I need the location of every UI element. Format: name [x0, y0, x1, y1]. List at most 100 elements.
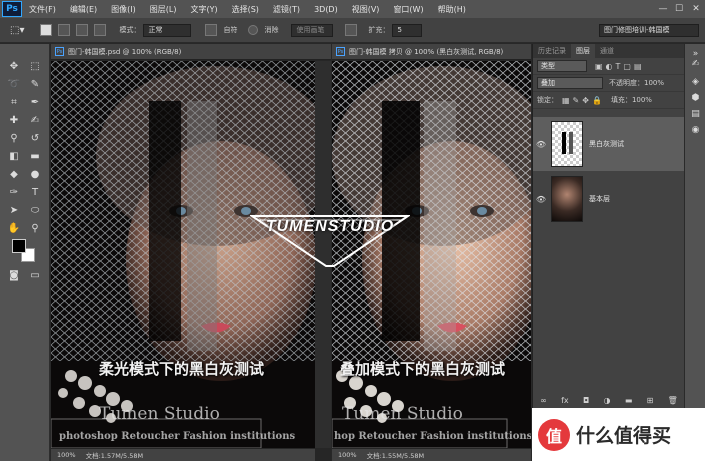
brush-tool-icon[interactable]: ✍	[27, 113, 43, 128]
menu-bar: Ps 文件(F) 编辑(E) 图像(I) 图层(L) 文字(Y) 选择(S) 滤…	[0, 0, 705, 18]
workspace-select[interactable]: 图门修图培训-韩国模	[599, 23, 699, 37]
left-doc-info: 文档:1.57M/5.58M	[85, 452, 144, 460]
shape-tool-icon[interactable]: ⬭	[27, 203, 43, 218]
layer-row-test[interactable]: 👁 黑白灰测试	[533, 117, 685, 171]
new-selection-icon[interactable]	[40, 24, 53, 36]
left-document-tab[interactable]: Ps 图门-韩国模.psd @ 100% (RGB/8)	[51, 44, 331, 60]
pressure-icon[interactable]	[345, 24, 358, 36]
quick-select-icon[interactable]: ✎	[27, 77, 43, 92]
maximize-icon[interactable]: ☐	[671, 4, 687, 14]
right-document-tab[interactable]: Ps 图门-韩国模 拷贝 @ 100% (黑白灰测试, RGB/8)	[332, 44, 531, 60]
menu-help[interactable]: 帮助(H)	[431, 4, 473, 15]
layer-row-base[interactable]: 👁 基本层	[533, 172, 685, 226]
fill-value[interactable]: 100%	[632, 96, 652, 104]
3d-panel-icon[interactable]: ⬢	[689, 92, 702, 105]
tools-panel: ✥ ⬚ ➰ ✎ ⌗ ✒ ✚ ✍ ⚲ ↺ ◧ ▬ ◆ ● ✑ T ➤ ⬭ ✋ ⚲ …	[0, 44, 50, 461]
menu-file[interactable]: 文件(F)	[22, 4, 63, 15]
quick-mask-icon[interactable]: ◙	[6, 268, 22, 283]
blend-row: 叠加 不透明度： 100%	[533, 75, 684, 92]
left-studio-name: Tumen Studio	[99, 404, 220, 424]
menu-view[interactable]: 视图(V)	[345, 4, 387, 15]
layer-thumbnail	[551, 121, 583, 167]
expand-value[interactable]: 5	[392, 23, 423, 37]
tab-layers[interactable]: 图层	[571, 44, 595, 58]
kind-filter-select[interactable]: 类型	[537, 60, 587, 72]
layer-name[interactable]: 基本层	[589, 194, 610, 204]
style-field[interactable]: 使用画笔	[291, 23, 334, 37]
layer-name[interactable]: 黑白灰测试	[589, 139, 624, 149]
reverse-icon[interactable]	[205, 24, 218, 36]
mode-select[interactable]: 正常	[143, 23, 192, 37]
history-brush-icon[interactable]: ↺	[27, 131, 43, 146]
close-icon[interactable]: ✕	[687, 4, 705, 14]
menu-type[interactable]: 文字(Y)	[183, 4, 224, 15]
marquee-tool-icon[interactable]: ⬚	[27, 59, 43, 74]
anti-alias-label: 消除	[264, 26, 279, 34]
healing-brush-icon[interactable]: ✚	[6, 113, 22, 128]
mask-icon[interactable]: ◘	[583, 396, 589, 405]
eye-icon[interactable]: 👁	[533, 195, 549, 204]
menu-window[interactable]: 窗口(W)	[386, 4, 430, 15]
left-zoom[interactable]: 100%	[57, 451, 76, 459]
foreground-color-swatch[interactable]	[12, 239, 26, 253]
type-tool-icon[interactable]: T	[27, 185, 43, 200]
screen-mode-icon[interactable]: ▭	[27, 268, 43, 283]
layers-panel-icon[interactable]: ◈	[689, 76, 702, 89]
left-studio-subtitle: photoshop Retoucher Fashion institutions	[59, 431, 296, 442]
layer-filter-row: 类型 ▣◐T▢▤	[533, 58, 684, 75]
tab-history[interactable]: 历史记录	[533, 46, 571, 56]
minimize-icon[interactable]: —	[655, 4, 671, 14]
fx-icon[interactable]: fx	[561, 396, 569, 405]
right-doc-info: 文档:1.55M/5.58M	[366, 452, 425, 460]
auto-label: 自符	[223, 26, 238, 34]
filter-icons[interactable]: ▣◐T▢▤	[595, 62, 645, 71]
eraser-tool-icon[interactable]: ◧	[6, 149, 22, 164]
right-zoom[interactable]: 100%	[338, 451, 357, 459]
trash-icon[interactable]: 🗑	[668, 396, 678, 405]
eye-icon[interactable]: 👁	[533, 140, 549, 149]
layer-thumbnail	[551, 176, 583, 222]
right-studio-subtitle: hop Retoucher Fashion institutions	[334, 431, 531, 442]
path-select-icon[interactable]: ➤	[6, 203, 22, 218]
lasso-tool-icon[interactable]: ➰	[6, 77, 22, 92]
blur-tool-icon[interactable]: ◆	[6, 167, 22, 182]
pen-tool-icon[interactable]: ✑	[6, 185, 22, 200]
adjustments-panel-icon[interactable]: ▤	[689, 108, 702, 121]
adjustment-icon[interactable]: ◑	[604, 396, 611, 405]
link-icon[interactable]: ∞	[540, 396, 547, 405]
lock-icons[interactable]: ▦✎✥🔒	[562, 96, 605, 105]
dodge-tool-icon[interactable]: ●	[27, 167, 43, 182]
brush-panel-icon[interactable]: ✍	[689, 58, 702, 71]
lock-label: 锁定：	[537, 96, 558, 104]
eyedropper-icon[interactable]: ✒	[27, 95, 43, 110]
mode-label: 模式：	[119, 26, 141, 34]
intersect-selection-icon[interactable]	[94, 24, 107, 36]
tool-preset-icon[interactable]: ⬚▾	[10, 25, 24, 36]
right-status-bar: 100% 文档:1.55M/5.58M	[332, 449, 531, 461]
menu-filter[interactable]: 滤镜(T)	[266, 4, 307, 15]
clone-stamp-icon[interactable]: ⚲	[6, 131, 22, 146]
menu-image[interactable]: 图像(I)	[104, 4, 143, 15]
hand-tool-icon[interactable]: ✋	[6, 221, 22, 236]
left-caption: 柔光模式下的黑白灰测试	[99, 360, 265, 378]
layers-panel: 历史记录 图层 通道 类型 ▣◐T▢▤ 叠加 不透明度： 100% 锁定： ▦✎…	[532, 44, 685, 461]
new-layer-icon[interactable]: ⊞	[647, 396, 654, 405]
menu-layer[interactable]: 图层(L)	[143, 4, 184, 15]
subtract-selection-icon[interactable]	[76, 24, 89, 36]
menu-3d[interactable]: 3D(D)	[307, 5, 345, 14]
crop-tool-icon[interactable]: ⌗	[6, 95, 22, 110]
styles-panel-icon[interactable]: ◉	[689, 124, 702, 137]
opacity-value[interactable]: 100%	[644, 79, 664, 87]
move-tool-icon[interactable]: ✥	[6, 59, 22, 74]
lock-row: 锁定： ▦✎✥🔒 填充： 100%	[533, 92, 684, 109]
menu-select[interactable]: 选择(S)	[225, 4, 266, 15]
gradient-tool-icon[interactable]: ▬	[27, 149, 43, 164]
transparency-checkbox[interactable]	[248, 25, 259, 35]
tab-channels[interactable]: 通道	[595, 46, 619, 56]
group-icon[interactable]: ▬	[625, 396, 633, 405]
add-selection-icon[interactable]	[58, 24, 71, 36]
menu-edit[interactable]: 编辑(E)	[63, 4, 104, 15]
panel-icon-strip: » ✍ ◈ ⬢ ▤ ◉	[684, 44, 705, 461]
zoom-tool-icon[interactable]: ⚲	[27, 221, 43, 236]
blend-mode-select[interactable]: 叠加	[537, 77, 603, 89]
